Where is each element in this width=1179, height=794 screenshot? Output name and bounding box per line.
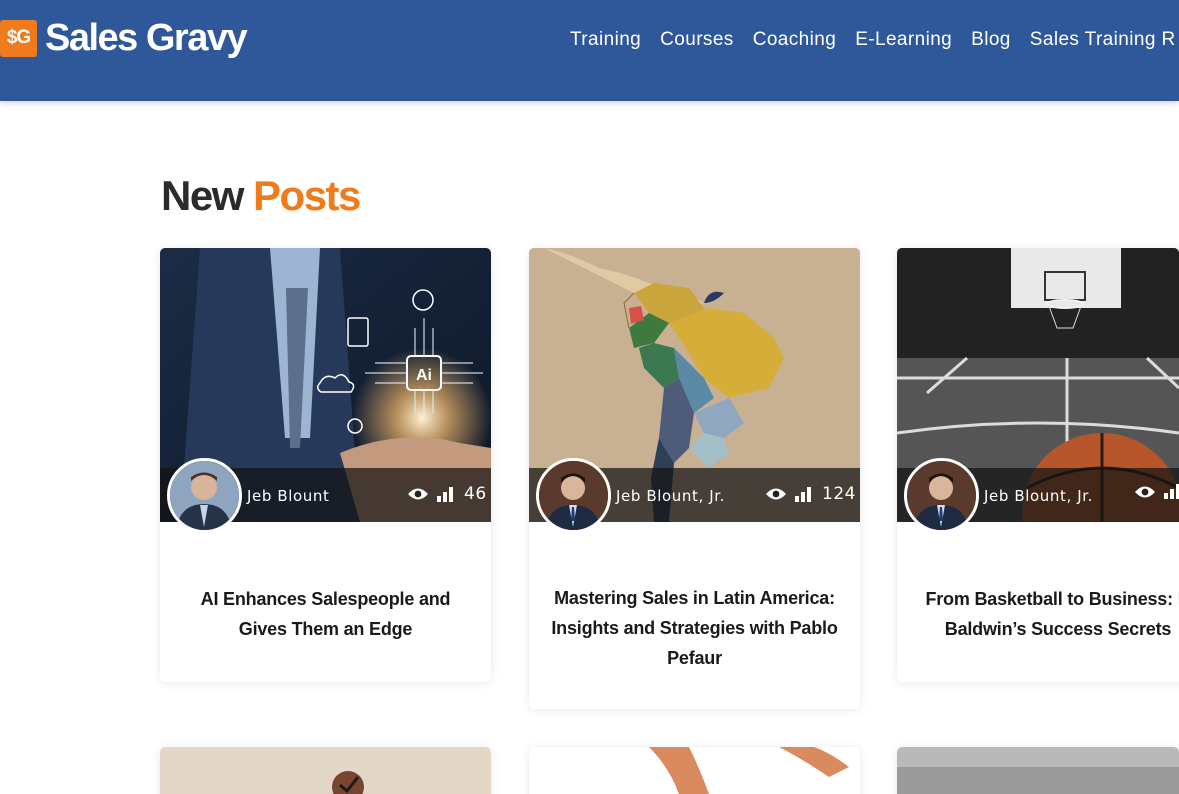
eye-icon: [766, 488, 786, 500]
post-thumbnail[interactable]: [160, 747, 491, 794]
post-card[interactable]: [529, 747, 860, 794]
logo-mark: $G: [0, 19, 37, 57]
post-stats: [1134, 484, 1179, 499]
nav-training[interactable]: Training: [570, 28, 641, 52]
nav-courses[interactable]: Courses: [660, 28, 734, 52]
author-name[interactable]: Jeb Blount, Jr.: [616, 487, 725, 505]
nav-e-learning[interactable]: E-Learning: [855, 28, 952, 52]
bar-chart-icon: [795, 486, 812, 502]
logo-text: Sales Gravy: [45, 17, 248, 59]
bar-chart-icon: [1164, 484, 1179, 499]
eye-icon: [408, 488, 428, 500]
svg-text:Ai: Ai: [416, 367, 432, 384]
post-title[interactable]: From Basketball to Business: D Baldwin’s…: [917, 584, 1179, 644]
post-stats: 124: [765, 484, 856, 504]
post-card[interactable]: Jeb Blount, Jr. From Basketball to Busin…: [897, 248, 1179, 682]
author-avatar[interactable]: [167, 458, 242, 533]
post-stats: 46: [407, 484, 487, 504]
author-avatar[interactable]: [536, 458, 611, 533]
post-thumbnail[interactable]: [529, 747, 860, 794]
post-title[interactable]: Mastering Sales in Latin America: Insigh…: [547, 583, 842, 673]
nav-blog[interactable]: Blog: [971, 28, 1011, 52]
eye-icon: [1135, 486, 1155, 497]
post-card[interactable]: [160, 747, 491, 794]
nav-sales-training-resources[interactable]: Sales Training R: [1030, 28, 1176, 52]
logo[interactable]: $G Sales Gravy: [0, 17, 248, 59]
view-count: 46: [464, 484, 487, 504]
post-card[interactable]: Ai Jeb Blount 46 AI Enhances Salespeople…: [160, 248, 491, 682]
section-title-word-2: Posts: [253, 172, 361, 219]
view-count: 124: [822, 484, 856, 504]
site-header: $G Sales Gravy Training Courses Coaching…: [0, 0, 1179, 101]
author-name[interactable]: Jeb Blount: [247, 487, 329, 505]
section-title: New Posts: [161, 172, 361, 219]
section-title-word-1: New: [161, 172, 244, 219]
post-thumbnail[interactable]: [897, 747, 1179, 794]
post-title[interactable]: AI Enhances Salespeople and Gives Them a…: [178, 584, 473, 644]
post-card[interactable]: [897, 747, 1179, 794]
author-avatar[interactable]: [904, 458, 979, 533]
main-nav: Training Courses Coaching E-Learning Blo…: [570, 28, 1179, 52]
post-card[interactable]: Jeb Blount, Jr. 124 Mastering Sales in L…: [529, 248, 860, 709]
author-name[interactable]: Jeb Blount, Jr.: [984, 487, 1093, 505]
nav-coaching[interactable]: Coaching: [753, 28, 836, 52]
bar-chart-icon: [437, 486, 454, 502]
